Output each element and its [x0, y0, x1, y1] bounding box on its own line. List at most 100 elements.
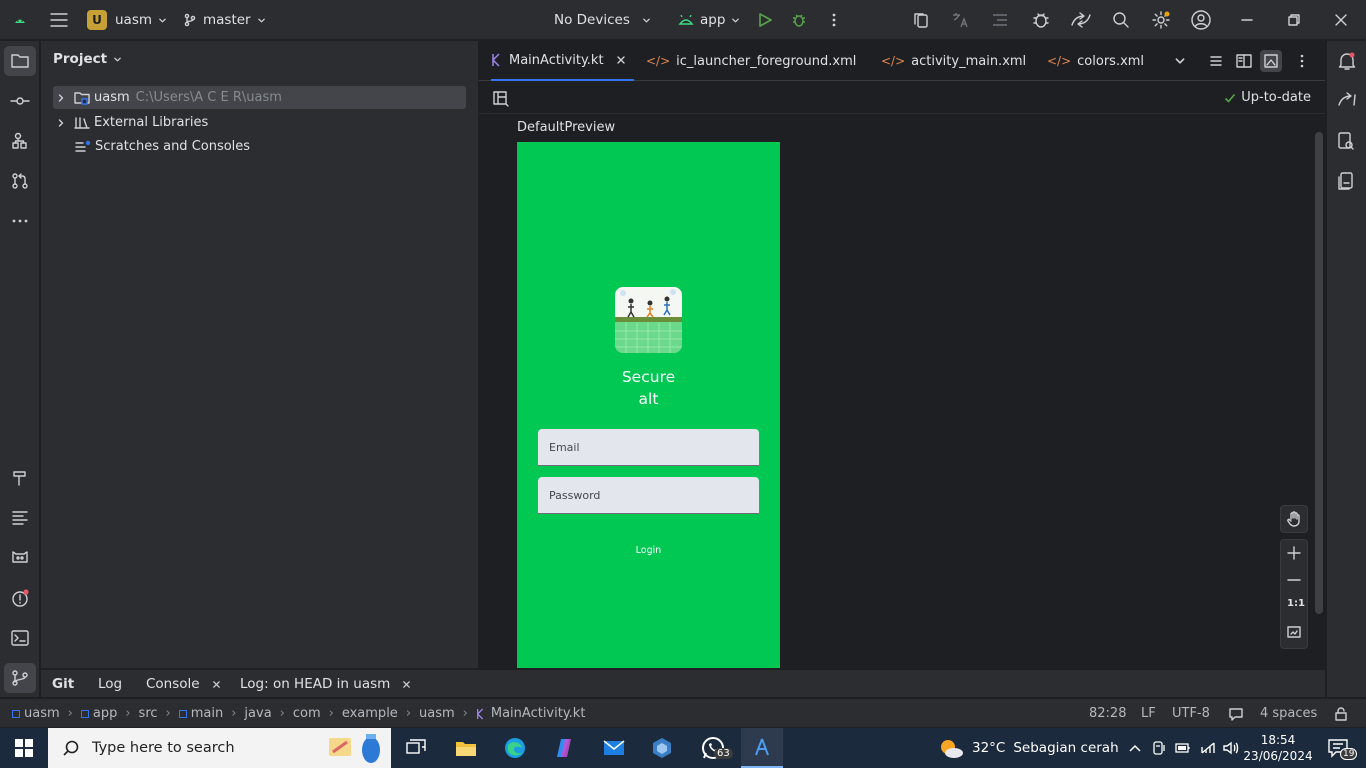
code-view-icon[interactable]	[1209, 41, 1223, 81]
main-menu-icon[interactable]	[47, 0, 71, 40]
wifi-icon[interactable]	[1198, 728, 1218, 768]
tree-item-scratches[interactable]: Scratches and Consoles	[53, 135, 466, 158]
project-view-selector[interactable]: Project	[53, 51, 122, 67]
indent-setting[interactable]: 4 spaces	[1260, 699, 1317, 728]
close-tab-icon[interactable]	[212, 680, 221, 689]
file-explorer-icon[interactable]	[446, 728, 486, 768]
task-view-icon[interactable]	[396, 728, 436, 768]
editor-more-icon[interactable]	[1299, 41, 1305, 81]
mail-icon[interactable]	[594, 728, 634, 768]
edge-browser-icon[interactable]	[495, 728, 535, 768]
breadcrumb-item[interactable]: java	[244, 706, 271, 721]
breadcrumb-item[interactable]: com	[293, 706, 321, 721]
breadcrumb-item[interactable]: main	[191, 706, 223, 721]
restore-window-icon[interactable]	[1287, 0, 1301, 40]
device-explorer-icon[interactable]	[1337, 131, 1355, 151]
toggle-layout-icon[interactable]	[493, 91, 509, 107]
breadcrumb-item[interactable]: example	[342, 706, 398, 721]
close-tab-icon[interactable]	[402, 680, 411, 689]
translate-icon[interactable]	[951, 0, 969, 40]
git-tool-button[interactable]	[4, 663, 36, 693]
tab-colors[interactable]: </> colors.xml	[1047, 41, 1144, 81]
zoom-reset-button[interactable]: 1:1	[1287, 598, 1305, 609]
show-hidden-icons-icon[interactable]	[1126, 728, 1144, 768]
copilot-icon[interactable]	[544, 728, 584, 768]
bottom-tab-console[interactable]: Console	[146, 670, 221, 698]
volume-icon[interactable]	[1221, 728, 1241, 768]
bug-report-icon[interactable]	[1031, 0, 1051, 40]
weather-widget[interactable]: 32°C Sebagian cerah	[938, 728, 1119, 768]
commit-tool-button[interactable]	[4, 86, 36, 116]
read-only-lock-icon[interactable]	[1334, 699, 1348, 728]
settings-gear-icon[interactable]	[1151, 0, 1171, 40]
logcat-tool-button[interactable]	[4, 503, 36, 533]
tab-activity-main[interactable]: </> activity_main.xml	[881, 41, 1026, 81]
running-devices-icon[interactable]	[1337, 171, 1355, 191]
more-actions-icon[interactable]	[828, 0, 840, 40]
breadcrumb-item[interactable]: src	[139, 706, 158, 721]
structure-tool-button[interactable]	[4, 126, 36, 156]
meet-now-icon[interactable]	[1150, 728, 1168, 768]
breadcrumb-item[interactable]: uasm	[24, 706, 60, 721]
close-tab-icon[interactable]	[616, 55, 626, 65]
pan-hand-icon[interactable]	[1280, 505, 1308, 533]
minimize-window-icon[interactable]	[1240, 0, 1254, 40]
caret-position[interactable]: 82:28	[1089, 699, 1126, 728]
gemini-icon[interactable]	[1337, 91, 1357, 109]
build-tool-button[interactable]	[4, 463, 36, 493]
breadcrumb-item[interactable]: MainActivity.kt	[491, 706, 586, 721]
design-view-icon[interactable]	[1259, 41, 1283, 81]
login-button[interactable]: Login	[517, 545, 780, 556]
app-quality-tool-button[interactable]	[4, 543, 36, 573]
branch-switcher[interactable]: master	[183, 0, 266, 40]
debug-button[interactable]	[791, 0, 807, 40]
zoom-out-icon[interactable]	[1287, 573, 1301, 587]
tree-item-uasm[interactable]: uasm C:\Users\A C E R\uasm	[53, 86, 466, 109]
file-encoding[interactable]: UTF-8	[1172, 699, 1210, 728]
align-icon[interactable]	[991, 0, 1009, 40]
tree-item-external-libraries[interactable]: External Libraries	[53, 111, 466, 134]
run-config-selector[interactable]: app	[678, 0, 740, 40]
chevron-down-icon	[732, 18, 740, 22]
line-ending[interactable]: LF	[1141, 699, 1156, 728]
email-field[interactable]: Email	[538, 429, 759, 466]
zoom-in-icon[interactable]	[1287, 546, 1301, 560]
more-tools-icon[interactable]	[4, 206, 36, 236]
comment-icon[interactable]	[1229, 699, 1243, 728]
tab-ic-launcher-foreground[interactable]: </> ic_launcher_foreground.xml	[646, 41, 856, 81]
terminal-icon	[11, 630, 29, 646]
tab-mainactivity[interactable]: MainActivity.kt	[491, 41, 634, 81]
password-field[interactable]: Password	[538, 477, 759, 514]
bottom-tab-log[interactable]: Log	[98, 670, 122, 698]
windows-start-icon[interactable]	[0, 728, 48, 768]
breadcrumb-item[interactable]: uasm	[419, 706, 455, 721]
bottom-tab-log-head[interactable]: Log: on HEAD in uasm	[240, 670, 411, 698]
virtualbox-icon[interactable]	[642, 728, 682, 768]
sync-gradle-icon[interactable]	[1070, 0, 1092, 40]
problems-tool-button[interactable]	[4, 583, 36, 613]
project-tool-button[interactable]	[4, 46, 36, 76]
preview-scrollbar[interactable]	[1315, 132, 1323, 614]
taskbar-search-box[interactable]: Type here to search	[48, 728, 391, 768]
device-selector[interactable]: No Devices	[554, 0, 651, 40]
project-switcher[interactable]: U uasm	[87, 0, 167, 40]
android-studio-taskbar-icon[interactable]	[741, 728, 783, 768]
search-icon[interactable]	[1112, 0, 1130, 40]
split-view-icon[interactable]	[1236, 41, 1252, 81]
breadcrumb-item[interactable]: app	[93, 706, 117, 721]
battery-icon[interactable]	[1174, 728, 1192, 768]
account-icon[interactable]	[1190, 0, 1212, 40]
terminal-tool-button[interactable]	[4, 623, 36, 653]
zoom-fit-icon[interactable]	[1287, 625, 1301, 639]
run-button[interactable]	[757, 0, 773, 40]
device-manager-icon[interactable]	[912, 0, 930, 40]
android-studio-logo-icon[interactable]	[12, 0, 28, 40]
pull-requests-tool-button[interactable]	[4, 166, 36, 196]
whatsapp-icon[interactable]: 63	[692, 728, 734, 768]
notifications-icon[interactable]	[1337, 51, 1357, 71]
notification-center-icon[interactable]: 19	[1318, 728, 1358, 768]
bottom-tab-git[interactable]: Git	[52, 670, 74, 698]
close-window-icon[interactable]	[1334, 0, 1348, 40]
tabs-overflow-icon[interactable]	[1174, 41, 1186, 81]
taskbar-clock[interactable]: 18:54 23/06/2024	[1243, 728, 1312, 768]
